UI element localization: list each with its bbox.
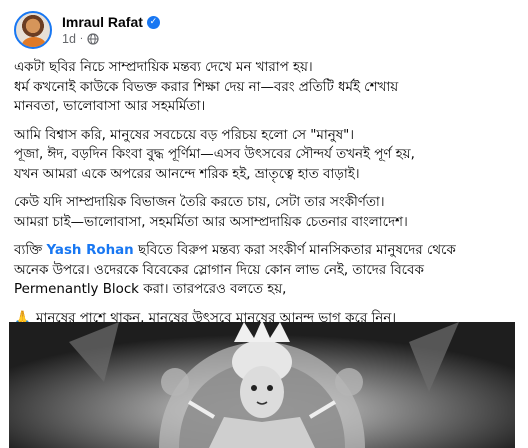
mention-link[interactable]: Yash Rohan — [46, 243, 133, 258]
post-body: একটা ছবির নিচে সাম্প্রদায়িক মন্তব্য দেখ… — [14, 58, 522, 337]
globe-icon[interactable] — [87, 33, 99, 45]
text-line: আমি বিশ্বাস করি, মানুষের সবচেয়ে বড় পরি… — [14, 127, 355, 143]
post-photo[interactable] — [9, 322, 515, 448]
text-line: কেউ যদি সাম্প্রদায়িক বিভাজন তৈরি করতে চ… — [14, 195, 385, 210]
mention-suffix: ছবিতে বিরুপ মন্তব্য করা সংকীর্ণ মানসিকতা… — [133, 243, 456, 258]
author-row: Imraul Rafat ✓ — [62, 14, 160, 30]
author-avatar[interactable] — [14, 11, 52, 49]
meta-separator: · — [79, 33, 84, 45]
post-header: Imraul Rafat ✓ 1d · — [14, 8, 160, 52]
text-line: অনেক উপরে। ওদেরকে বিবেকের স্লোগান দিয়ে … — [14, 262, 424, 278]
text-line: মানবতা, ভালোবাসা আর সহমর্মিতা। — [14, 99, 206, 114]
avatar-figure — [22, 37, 46, 47]
text-line: পূজা, ঈদ, বড়দিন কিংবা বুদ্ধ পূর্ণিমা—এস… — [14, 147, 415, 162]
author-name[interactable]: Imraul Rafat — [62, 14, 143, 30]
post-meta: Imraul Rafat ✓ 1d · — [62, 14, 160, 46]
verified-badge-icon: ✓ — [146, 15, 160, 29]
mention-prefix: ব্যক্তি — [14, 243, 47, 258]
text-line: ধর্ম কখনোই কাউকে বিভক্ত করার শিক্ষা দেয়… — [14, 79, 399, 95]
paragraph-3: কেউ যদি সাম্প্রদায়িক বিভাজন তৈরি করতে চ… — [14, 193, 522, 232]
text-line: যখন আমরা একে অপরের আনন্দে শরিক হই, ভ্রাত… — [14, 166, 360, 182]
paragraph-1: একটা ছবির নিচে সাম্প্রদায়িক মন্তব্য দেখ… — [14, 58, 522, 117]
text-line: Permenantly Block করা। তারপরেও বলতে হয়, — [14, 282, 287, 297]
post-timestamp[interactable]: 1d — [62, 32, 76, 46]
facebook-post: Imraul Rafat ✓ 1d · একটা ছবির নিচে সাম্প… — [0, 0, 528, 448]
text-line: আমরা চাই—ভালোবাসা, সহমর্মিতা আর অসাম্প্র… — [14, 214, 408, 230]
text-line: একটা ছবির নিচে সাম্প্রদায়িক মন্তব্য দেখ… — [14, 60, 313, 75]
paragraph-mention: ব্যক্তি Yash Rohan ছবিতে বিরুপ মন্তব্য ক… — [14, 241, 522, 300]
paragraph-2: আমি বিশ্বাস করি, মানুষের সবচেয়ে বড় পরি… — [14, 126, 522, 185]
timestamp-row: 1d · — [62, 32, 160, 46]
text-line: ব্যক্তি Yash Rohan ছবিতে বিরুপ মন্তব্য ক… — [14, 241, 522, 261]
idol-image — [9, 322, 515, 448]
